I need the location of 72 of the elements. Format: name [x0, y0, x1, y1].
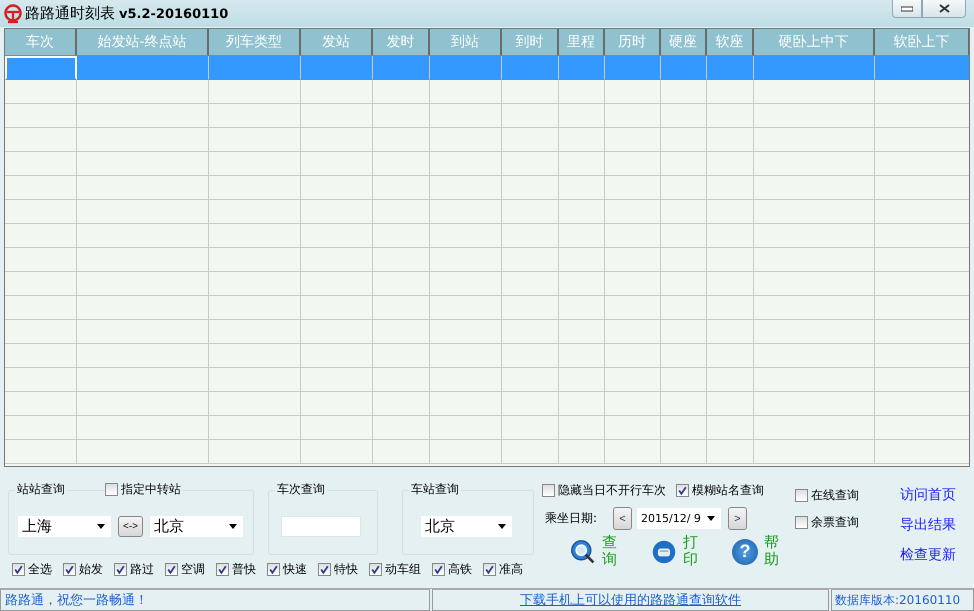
table-row[interactable] — [5, 368, 969, 392]
minimize-icon — [901, 6, 913, 12]
check-icon — [677, 485, 688, 496]
table-row[interactable] — [5, 440, 969, 464]
train-number-field[interactable] — [281, 516, 361, 537]
window-title: 路路通时刻表 — [25, 4, 115, 23]
check-icon — [115, 564, 126, 575]
check-icon — [64, 564, 75, 575]
version-label: v5.2-20160110 — [119, 7, 228, 22]
close-icon — [938, 4, 950, 13]
check-icon — [268, 564, 279, 575]
table-row[interactable] — [5, 128, 969, 152]
action-link[interactable]: 检查更新 — [900, 546, 956, 564]
caret-icon — [707, 516, 715, 521]
filter-checkbox[interactable]: 全选 — [12, 561, 52, 578]
filter-checkbox[interactable]: 准高 — [483, 561, 523, 578]
close-button[interactable] — [922, 0, 966, 18]
table-row[interactable] — [5, 56, 969, 80]
filter-checkbox[interactable]: 路过 — [114, 561, 154, 578]
from-station-dropdown[interactable]: 上海 — [17, 515, 112, 538]
table-row[interactable] — [5, 200, 969, 224]
database-version: 数据库版本:20160110 — [831, 589, 974, 611]
check-icon — [319, 564, 330, 575]
online-checkbox[interactable]: 余票查询 — [795, 514, 900, 531]
table-row[interactable] — [5, 392, 969, 416]
logo-icon — [3, 4, 23, 24]
magnifier-icon — [570, 538, 596, 564]
option-checkbox[interactable]: 模糊站名查询 — [676, 482, 764, 499]
filter-checkbox[interactable]: 特快 — [318, 561, 358, 578]
next-day-button[interactable]: > — [728, 507, 747, 530]
date-picker[interactable]: 2015/12/ 9 — [636, 507, 722, 530]
check-icon — [13, 564, 24, 575]
caret-icon — [229, 524, 237, 529]
date-label: 乘坐日期: — [545, 510, 598, 527]
caret-icon — [498, 524, 506, 529]
check-icon — [370, 564, 381, 575]
filter-checkbox[interactable]: 快速 — [267, 561, 307, 578]
filter-checkbox[interactable]: 始发 — [63, 561, 103, 578]
group-title: 车次查询 — [275, 481, 327, 498]
action-link[interactable]: 导出结果 — [900, 516, 956, 534]
table-row[interactable] — [5, 416, 969, 440]
filter-checkbox[interactable]: 空调 — [165, 561, 205, 578]
table-row[interactable] — [5, 344, 969, 368]
table-row[interactable] — [5, 272, 969, 296]
table-row[interactable] — [5, 248, 969, 272]
online-checkbox[interactable]: 在线查询 — [795, 487, 900, 504]
filter-checkbox[interactable]: 普快 — [216, 561, 256, 578]
station-dropdown[interactable]: 北京 — [420, 515, 513, 538]
action-link[interactable]: 访问首页 — [900, 486, 956, 504]
to-station-dropdown[interactable]: 北京 — [149, 515, 244, 538]
printer-icon — [651, 538, 677, 564]
option-checkbox[interactable]: 隐藏当日不开行车次 — [542, 482, 666, 499]
transfer-checkbox[interactable]: 指定中转站 — [105, 481, 181, 498]
table-row[interactable] — [5, 80, 969, 104]
check-icon — [166, 564, 177, 575]
check-icon — [217, 564, 228, 575]
table-row[interactable] — [5, 320, 969, 344]
minimize-button[interactable] — [892, 0, 922, 18]
table-row[interactable] — [5, 176, 969, 200]
table-row[interactable] — [5, 152, 969, 176]
help-icon: ? — [732, 538, 758, 564]
filter-checkbox[interactable]: 动车组 — [369, 561, 421, 578]
table-row[interactable] — [5, 296, 969, 320]
table-row[interactable] — [5, 224, 969, 248]
table-row[interactable] — [5, 104, 969, 128]
status-message: 路路通，祝您一路畅通！ — [0, 589, 430, 611]
swap-button[interactable]: <-> — [118, 516, 143, 537]
caret-icon — [97, 524, 105, 529]
check-icon — [484, 564, 495, 575]
filter-checkbox[interactable]: 高铁 — [432, 561, 472, 578]
check-icon — [433, 564, 444, 575]
previous-day-button[interactable]: < — [613, 507, 632, 530]
